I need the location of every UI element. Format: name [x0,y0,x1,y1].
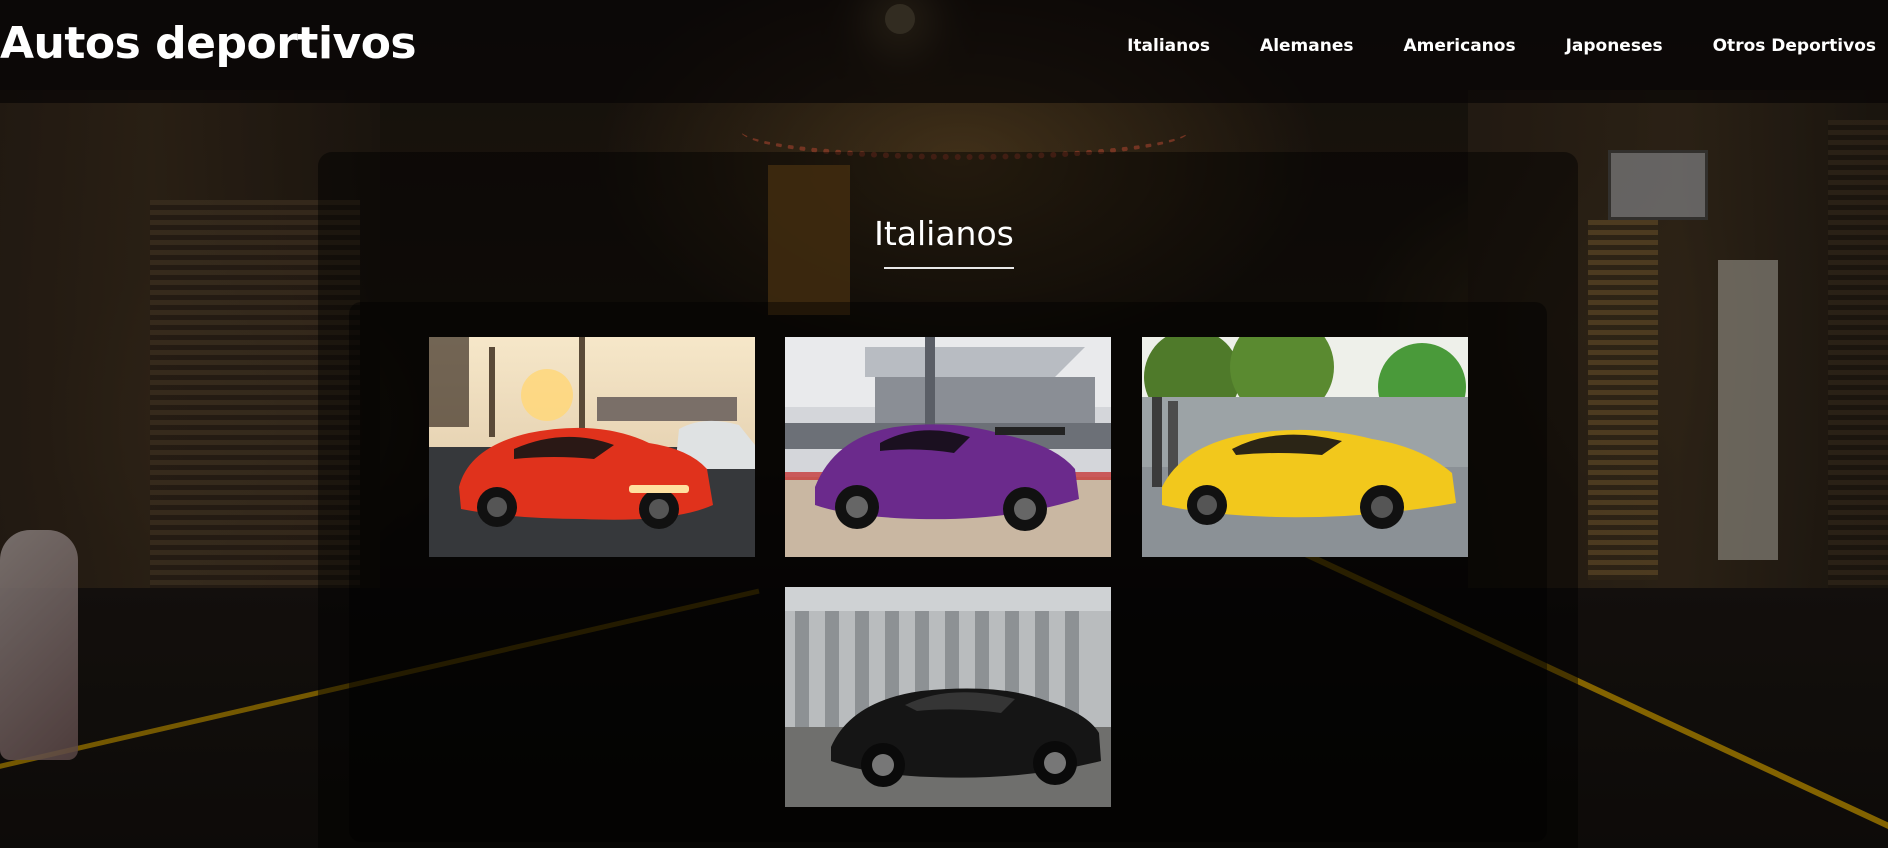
nav-link-italianos[interactable]: Italianos [1127,36,1210,56]
site-title[interactable]: Autos deportivos [0,18,417,69]
nav-link-americanos[interactable]: Americanos [1404,36,1516,56]
car-image-purple[interactable] [785,337,1111,557]
section-title: Italianos [874,214,1014,253]
nav-link-japoneses[interactable]: Japoneses [1566,36,1663,56]
car-image-red[interactable] [429,337,755,557]
car-image-black[interactable] [785,587,1111,807]
main-nav: Italianos Alemanes Americanos Japoneses … [1127,36,1876,56]
site-header: Autos deportivos Italianos Alemanes Amer… [0,0,1888,103]
title-underline [884,267,1014,269]
nav-link-otros-deportivos[interactable]: Otros Deportivos [1713,36,1876,56]
car-image-yellow[interactable] [1142,337,1468,557]
nav-link-alemanes[interactable]: Alemanes [1260,36,1353,56]
